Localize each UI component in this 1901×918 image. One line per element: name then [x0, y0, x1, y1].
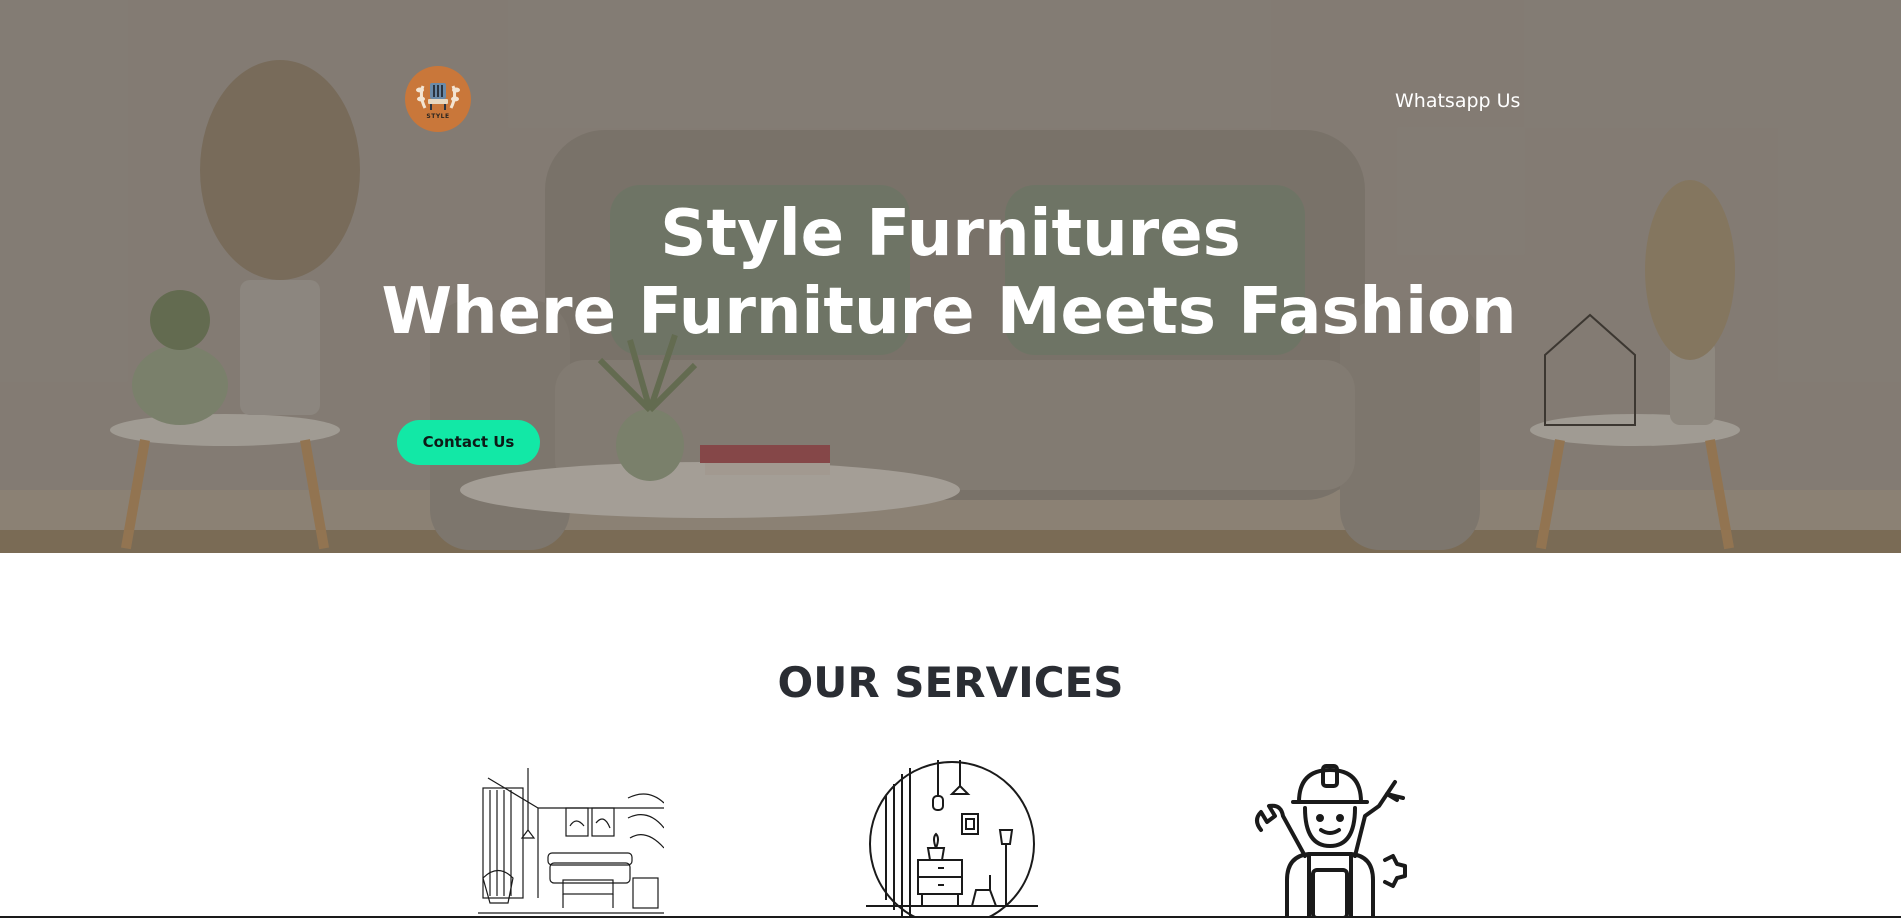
hero-title-line2: Where Furniture Meets Fashion: [381, 275, 1517, 349]
services-title: OUR SERVICES: [777, 658, 1124, 707]
contact-us-button[interactable]: Contact Us: [397, 420, 540, 465]
interior-circle-icon: [866, 760, 1038, 918]
chair-logo-icon: [416, 83, 460, 110]
hero-title: Style Furnitures Where Furniture Meets F…: [0, 195, 1901, 351]
hero-section: STYLE Whatsapp Us Style Furnitures Where…: [0, 0, 1901, 553]
worker-with-tools-icon: [1255, 764, 1407, 918]
brand-logo[interactable]: STYLE: [405, 66, 471, 132]
living-room-sketch-icon: [478, 768, 664, 914]
logo-text: STYLE: [426, 113, 450, 120]
nav-whatsapp-link[interactable]: Whatsapp Us: [1395, 90, 1520, 112]
hero-title-line1: Style Furnitures: [660, 197, 1241, 271]
